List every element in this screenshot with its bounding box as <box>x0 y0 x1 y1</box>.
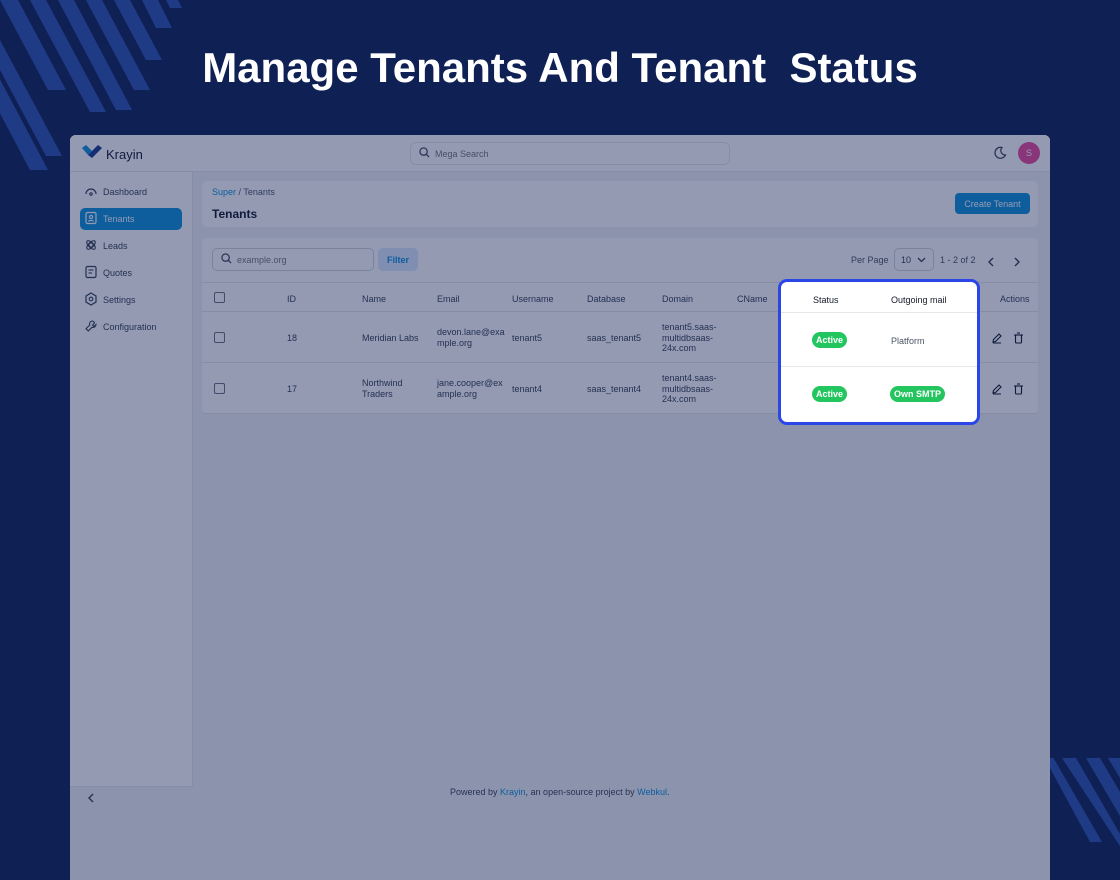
status-highlight-panel: Status Outgoing mail Active Platform Act… <box>778 279 980 425</box>
column-header-status[interactable]: Status <box>813 295 839 305</box>
status-badge: Active <box>812 386 848 402</box>
outgoing-mail-value: Platform <box>891 336 925 346</box>
app-window: Krayin S Dashboard Tenants Leads Quotes <box>70 135 1050 880</box>
column-header-outgoing-mail[interactable]: Outgoing mail <box>891 295 947 305</box>
highlight-row: Active Own SMTP <box>781 368 977 422</box>
outgoing-mail-badge: Own SMTP <box>890 386 945 402</box>
dim-overlay <box>70 135 1050 880</box>
highlight-row: Active Platform <box>781 313 977 367</box>
highlight-header: Status Outgoing mail <box>781 282 977 313</box>
page-headline: Manage Tenants And Tenant Status <box>202 44 918 91</box>
status-badge: Active <box>812 332 848 348</box>
decorative-stripes-bottom-right <box>1050 758 1120 848</box>
